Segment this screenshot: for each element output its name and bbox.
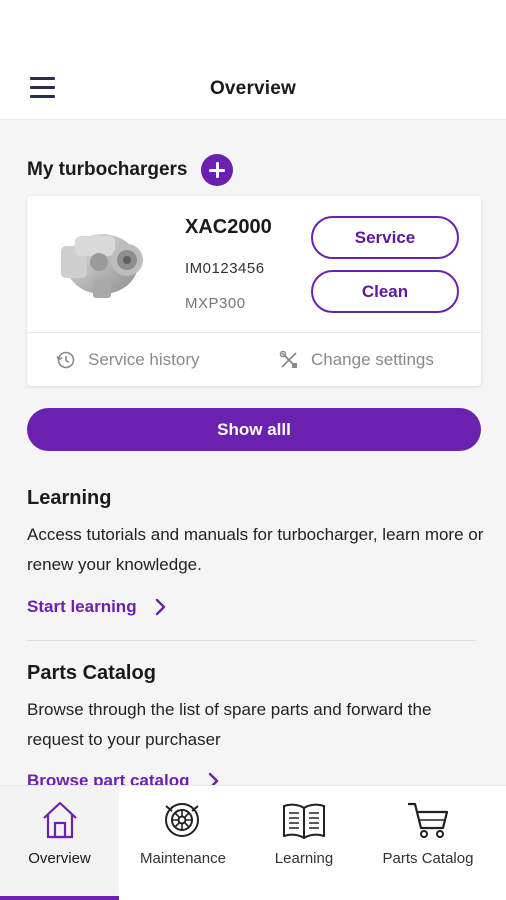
status-bar: [0, 0, 506, 58]
nav-label: Parts Catalog: [382, 850, 474, 867]
section-divider: [27, 640, 476, 641]
page-title: Overview: [209, 77, 297, 99]
turbocharger-model: MXP300: [185, 295, 246, 312]
history-icon: [56, 351, 75, 368]
section-title: My turbochargers: [27, 159, 188, 180]
nav-label: Overview: [28, 850, 91, 867]
book-icon: [283, 803, 325, 839]
start-learning-link[interactable]: Start learning: [27, 597, 167, 617]
chevron-right-icon: [155, 598, 165, 616]
home-icon: [42, 801, 77, 839]
menu-icon[interactable]: [30, 77, 56, 99]
turbocharger-image: [61, 234, 143, 298]
chevron-right-icon: [208, 772, 218, 785]
change-settings-link[interactable]: Change settings: [279, 333, 434, 386]
app-bar: Overview: [0, 58, 506, 120]
bottom-navigation: Overview Maintenance Learning Parts Cata…: [0, 785, 506, 900]
learning-title: Learning: [27, 487, 112, 509]
show-all-button[interactable]: Show alll: [27, 408, 481, 451]
parts-catalog-description: Browse through the list of spare parts a…: [27, 700, 432, 749]
nav-item-maintenance[interactable]: Maintenance: [124, 786, 242, 900]
tools-icon: [279, 350, 297, 368]
clean-button[interactable]: Clean: [311, 270, 459, 313]
nav-item-learning[interactable]: Learning: [245, 786, 363, 900]
turbocharger-name: XAC2000: [185, 216, 272, 238]
start-learning-label: Start learning: [27, 597, 137, 616]
turbocharger-serial: IM0123456: [185, 260, 265, 277]
browse-part-catalog-link[interactable]: Browse part catalog: [27, 771, 220, 785]
service-history-label: Service history: [88, 349, 200, 369]
turbocharger-card[interactable]: XAC2000 IM0123456 MXP300 Service Clean S…: [27, 196, 481, 386]
nav-item-parts-catalog[interactable]: Parts Catalog: [370, 786, 486, 900]
service-button[interactable]: Service: [311, 216, 459, 259]
service-history-link[interactable]: Service history: [56, 333, 199, 386]
active-tab-indicator: [0, 896, 119, 900]
nav-item-overview[interactable]: Overview: [0, 786, 119, 900]
parts-catalog-title: Parts Catalog: [27, 662, 156, 684]
nav-label: Maintenance: [140, 850, 226, 867]
cart-icon: [408, 802, 449, 838]
add-turbocharger-button[interactable]: [201, 154, 234, 186]
turbine-icon: [165, 803, 199, 837]
learning-description: Access tutorials and manuals for turboch…: [27, 525, 484, 574]
overview-content[interactable]: My turbochargers XAC2000 IM0123456 MXP30…: [0, 120, 506, 785]
browse-part-catalog-label: Browse part catalog: [27, 771, 190, 785]
nav-label: Learning: [274, 850, 334, 867]
change-settings-label: Change settings: [311, 349, 434, 369]
turbochargers-section-header: My turbochargers: [27, 154, 234, 186]
